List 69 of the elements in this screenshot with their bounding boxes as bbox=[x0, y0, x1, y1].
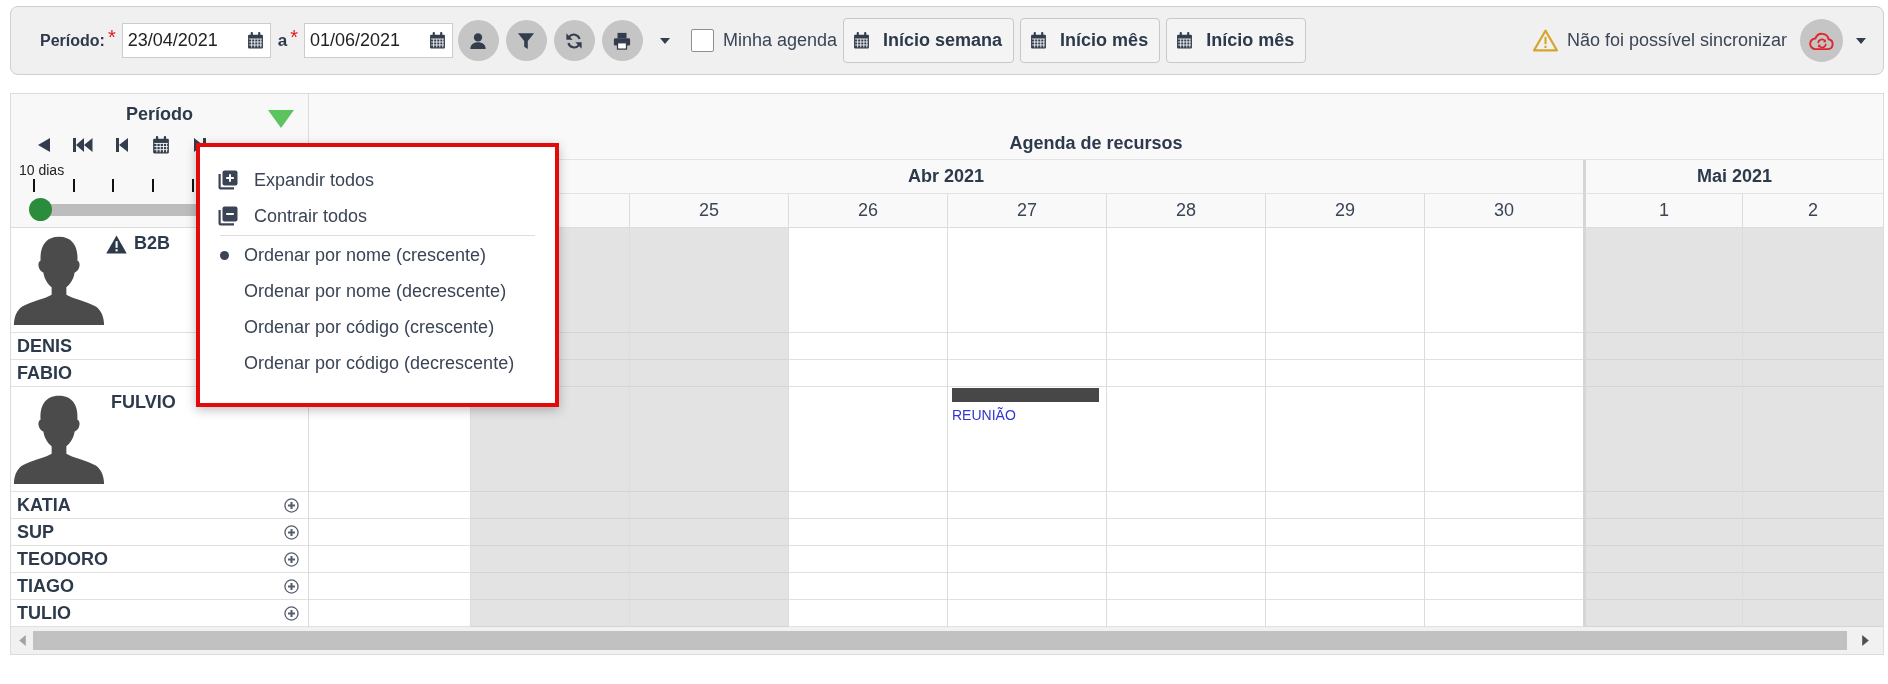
plus-circle-icon[interactable] bbox=[284, 605, 299, 621]
menu-item[interactable]: Ordenar por nome (decrescente) bbox=[214, 273, 507, 309]
calendar-icon bbox=[853, 32, 871, 49]
resource-name[interactable]: KATIA bbox=[17, 495, 71, 515]
plus-circle-icon[interactable] bbox=[284, 578, 299, 594]
menu-item[interactable]: Ordenar por código (decrescente) bbox=[214, 345, 515, 381]
person-icon bbox=[469, 31, 488, 50]
plus-circle-icon[interactable] bbox=[284, 551, 299, 567]
shortcut-button[interactable]: Início semana bbox=[843, 18, 1015, 63]
printer-icon bbox=[613, 31, 632, 50]
sync-button[interactable] bbox=[1800, 19, 1843, 62]
refresh-button[interactable] bbox=[553, 20, 595, 61]
sync-status-text: Não foi possível sincronizar bbox=[1566, 30, 1787, 51]
resource-name[interactable]: TULIO bbox=[17, 603, 71, 623]
resource-name[interactable]: B2B bbox=[134, 233, 170, 253]
date-field[interactable]: 23/04/2021 bbox=[121, 23, 271, 58]
menu-item[interactable]: Contrair todos bbox=[214, 198, 368, 234]
calendar-icon bbox=[1176, 32, 1194, 49]
refresh-icon bbox=[565, 31, 584, 50]
resource-name[interactable]: TEODORO bbox=[17, 549, 108, 569]
required-mark: * bbox=[107, 26, 116, 47]
scale-tick bbox=[33, 179, 35, 192]
warning-icon bbox=[1532, 29, 1558, 52]
slider-label: 10 dias bbox=[19, 162, 65, 178]
expand-icon bbox=[218, 170, 238, 190]
step-back-icon[interactable] bbox=[115, 138, 128, 152]
calendar-icon bbox=[1030, 32, 1048, 49]
funnel-icon bbox=[517, 31, 536, 50]
scale-tick bbox=[73, 179, 75, 192]
user-button[interactable] bbox=[457, 20, 499, 61]
print-button[interactable] bbox=[601, 20, 643, 61]
plus-circle-icon[interactable] bbox=[284, 497, 299, 513]
menu-item[interactable]: Ordenar por nome (crescente) bbox=[214, 237, 487, 273]
collapse-icon bbox=[218, 206, 238, 226]
period-title: Período bbox=[126, 104, 193, 125]
resource-name[interactable]: DENIS bbox=[17, 336, 72, 356]
resource-name[interactable]: FABIO bbox=[17, 363, 72, 383]
plus-circle-icon[interactable] bbox=[284, 524, 299, 540]
calendar-icon[interactable] bbox=[428, 32, 446, 49]
field-label: a bbox=[277, 30, 288, 51]
date-field[interactable]: 01/06/2021 bbox=[303, 23, 453, 58]
menu-item[interactable]: Ordenar por código (crescente) bbox=[214, 309, 495, 345]
day-column[interactable]: REUNIÃO bbox=[947, 228, 1106, 627]
scrollbar-thumb[interactable] bbox=[33, 631, 1847, 650]
resource-name[interactable]: TIAGO bbox=[17, 576, 74, 596]
scale-tick bbox=[192, 179, 194, 192]
slider-thumb[interactable] bbox=[29, 198, 52, 221]
calendar-icon[interactable] bbox=[151, 136, 170, 154]
resource-name[interactable]: SUP bbox=[17, 522, 54, 542]
month-header: Mai 2021 bbox=[1583, 160, 1883, 194]
scale-tick bbox=[152, 179, 154, 192]
event-title[interactable]: REUNIÃO bbox=[952, 407, 1016, 423]
shortcut-button[interactable]: Início mês bbox=[1020, 18, 1161, 63]
left-triangle-icon[interactable] bbox=[37, 138, 50, 152]
field-label: Período: bbox=[40, 31, 105, 50]
resource-name[interactable]: FULVIO bbox=[111, 392, 176, 412]
calendar-title: Agenda de recursos bbox=[1009, 133, 1183, 154]
calendar-icon[interactable] bbox=[246, 32, 264, 49]
checkbox[interactable] bbox=[690, 29, 714, 52]
required-mark: * bbox=[290, 26, 298, 47]
checkbox-label[interactable]: Minha agenda bbox=[722, 30, 838, 51]
scale-tick bbox=[112, 179, 114, 192]
caret-icon[interactable] bbox=[659, 37, 670, 44]
caret-icon[interactable] bbox=[1856, 37, 1866, 44]
scroll-right-arrow-icon[interactable] bbox=[1861, 635, 1869, 646]
skip-back-icon[interactable] bbox=[72, 138, 93, 152]
horizontal-scrollbar[interactable] bbox=[11, 627, 1883, 654]
filter-button[interactable] bbox=[505, 20, 547, 61]
shortcut-button[interactable]: Início mês bbox=[1166, 18, 1307, 63]
